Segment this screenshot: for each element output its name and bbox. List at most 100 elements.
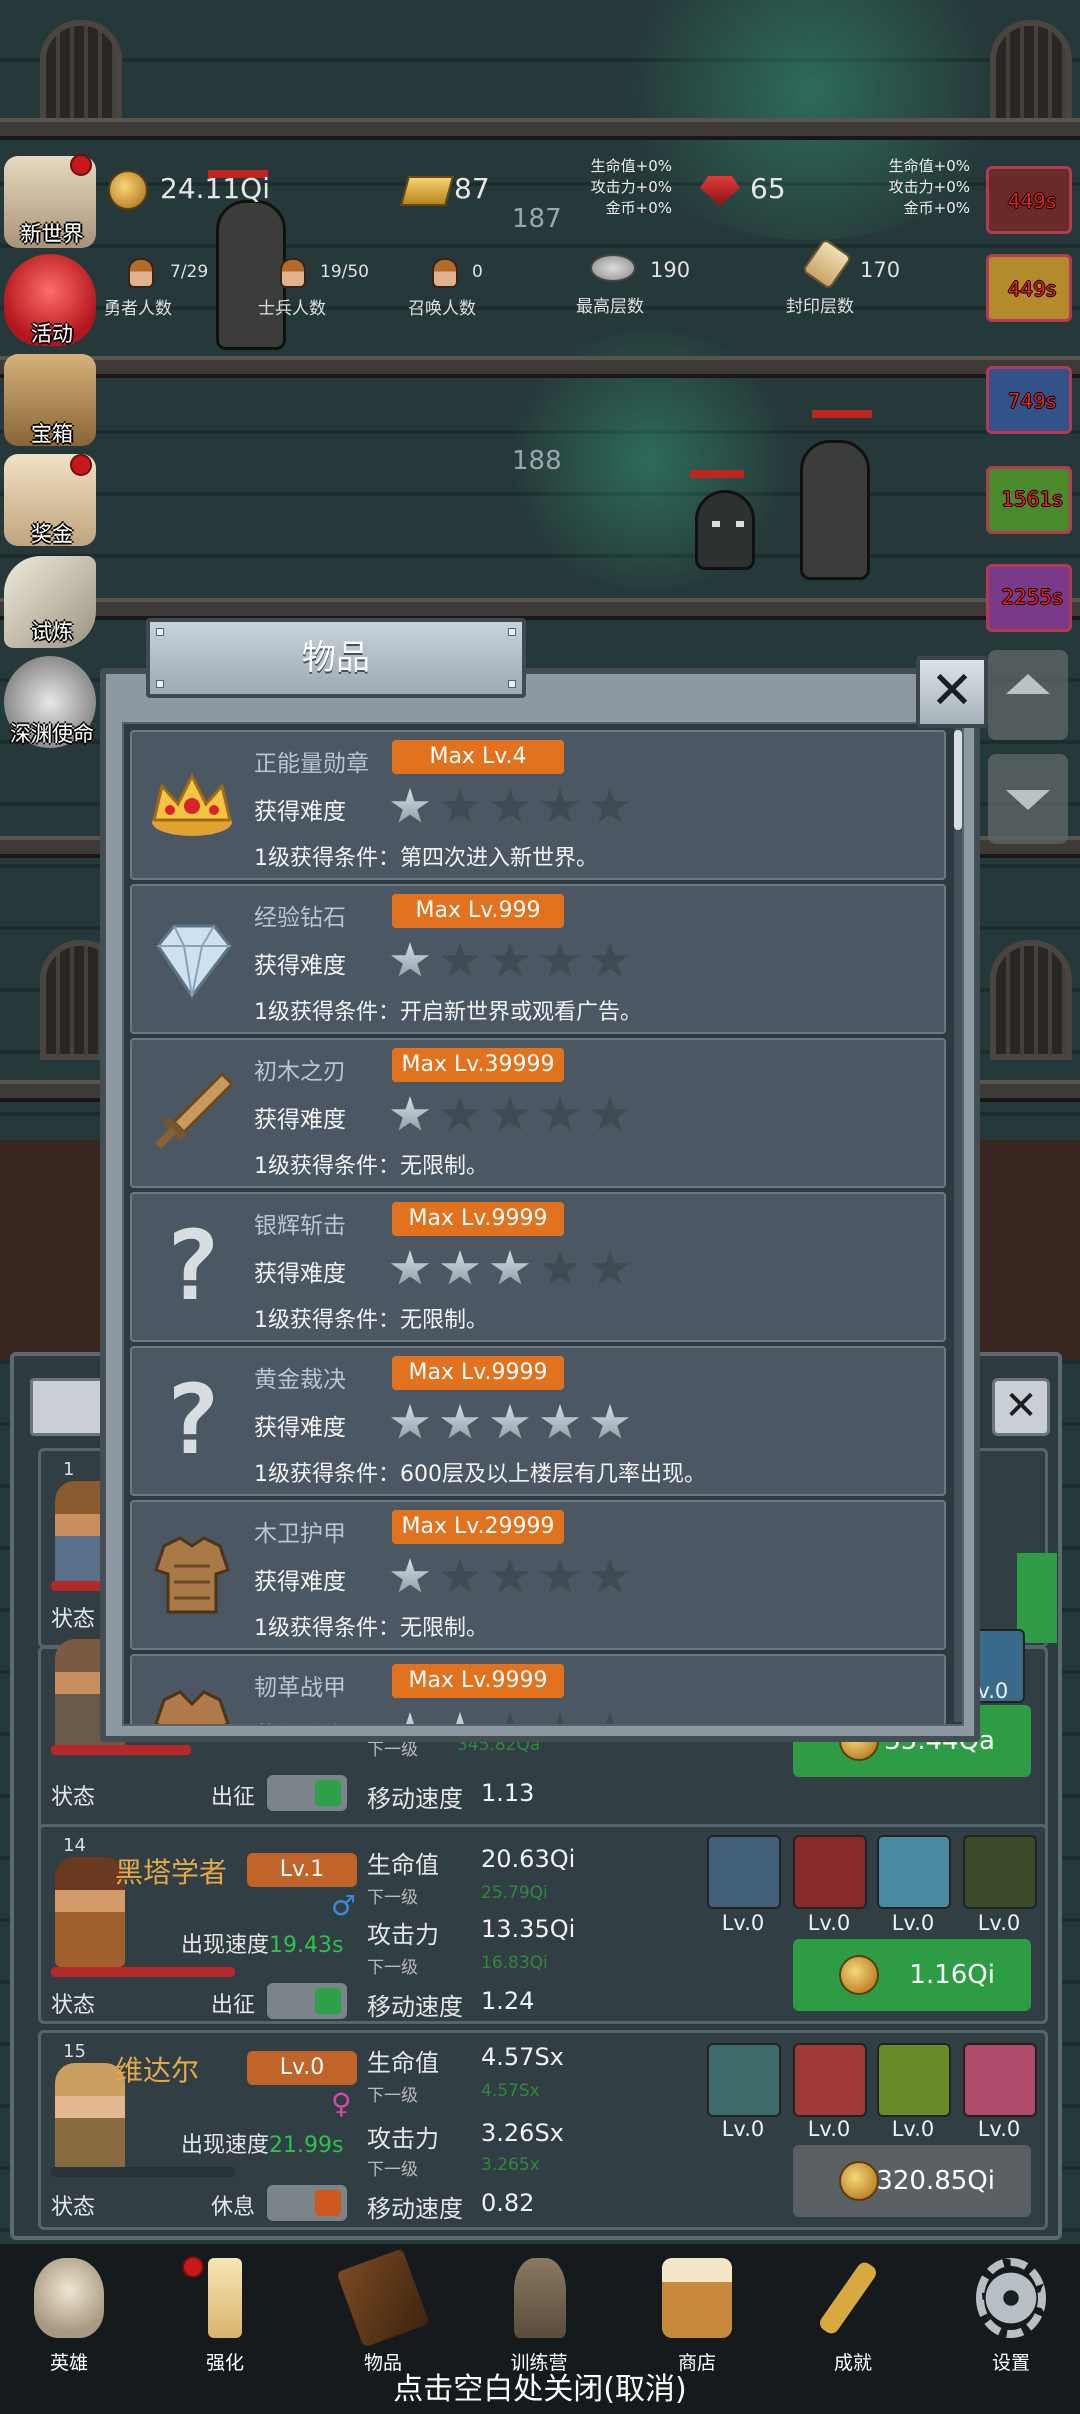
buff-slot[interactable]: 2255s (986, 564, 1072, 632)
hero-name: 维达尔 (115, 2054, 200, 2087)
scroll-up-button[interactable] (988, 650, 1068, 740)
star-empty-icon (590, 1096, 630, 1131)
hero-count-label: 勇者人数 (104, 299, 172, 319)
helmet-skill-icon[interactable] (963, 1835, 1037, 1909)
difficulty-label: 获得难度 (254, 1261, 346, 1287)
hero-hp-bar (51, 1745, 191, 1755)
price-label: 320.85Qi (876, 2166, 995, 2196)
deploy-toggle[interactable] (267, 1983, 347, 2019)
next-hp-value: 25.79Qi (481, 1883, 548, 1903)
upgrade-buy-button-disabled[interactable]: 320.85Qi (793, 2145, 1031, 2217)
hero-panel-close-button[interactable]: ✕ (992, 1378, 1050, 1436)
reaper-enemy-sprite (800, 440, 870, 580)
shield-skill-icon[interactable] (707, 2043, 781, 2117)
buff-slot[interactable]: 1561s (986, 466, 1072, 534)
deploy-label: 出征 (211, 1993, 256, 2018)
status-label: 状态 (51, 1607, 96, 1632)
coin-amount: 24.11Qi (160, 172, 270, 205)
item-name: 黄金裁决 (254, 1367, 346, 1393)
dagger-skill-icon[interactable] (793, 2043, 867, 2117)
star-empty-icon (590, 1558, 630, 1593)
item-card[interactable]: 木卫护甲 Max Lv.29999 获得难度 1级获得条件：无限制。 (130, 1500, 946, 1650)
star-empty-icon (590, 788, 630, 823)
lantern-icon (514, 2258, 566, 2338)
max-level-badge: Max Lv.9999 (392, 1356, 564, 1390)
hooded-enemy-sprite (695, 490, 755, 570)
nav-achievements[interactable]: 成就 (798, 2244, 908, 2374)
nav-shop[interactable]: 商店 (642, 2244, 752, 2374)
shield-skill-icon[interactable] (707, 1835, 781, 1909)
attack-value: 13.35Qi (481, 1915, 576, 1943)
nav-items[interactable]: 物品 (328, 2244, 438, 2374)
female-icon: ♀ (331, 2087, 352, 2120)
hero-card[interactable]: 14 黑塔学者 Lv.1 ♂ 出现速度19.43s 状态 出征 生命值 20.6… (38, 1824, 1048, 2024)
spawn-speed: 出现速度21.99s (181, 2133, 344, 2158)
items-dialog: 正能量勋章 Max Lv.4 获得难度 1级获得条件：第四次进入新世界。 经验钻… (100, 668, 980, 1742)
deploy-toggle[interactable] (267, 1775, 347, 1811)
hero-card[interactable]: 15 维达尔 Lv.0 ♀ 出现速度21.99s 状态 休息 生命值 4.57S… (38, 2030, 1048, 2230)
soldier-count-icon (280, 258, 306, 288)
items-scrollbar-thumb[interactable] (954, 730, 962, 830)
spawn-speed: 出现速度19.43s (181, 1933, 344, 1958)
highest-floor-value: 190 (650, 258, 691, 282)
highest-floor-icon (590, 254, 636, 282)
staff-skill-icon[interactable] (877, 2043, 951, 2117)
buy-button-partial[interactable] (1017, 1553, 1057, 1643)
buff-slot[interactable]: 749s (986, 366, 1072, 434)
hero-count-icon (128, 258, 154, 288)
buff-slot[interactable]: 449s (986, 254, 1072, 322)
hero-hp-bar (51, 2167, 235, 2177)
coin-icon (839, 1955, 879, 1995)
item-card[interactable]: 初木之刃 Max Lv.39999 获得难度 1级获得条件：无限制。 (130, 1038, 946, 1188)
wing-skill-icon[interactable] (877, 1835, 951, 1909)
enemy-hp-bar (812, 410, 872, 418)
dungeon-door (990, 940, 1072, 1060)
move-speed-value: 1.13 (481, 1779, 535, 1807)
hero-hp-bar (51, 1967, 235, 1977)
obtain-condition: 1级获得条件：无限制。 (254, 1616, 488, 1641)
item-card[interactable]: 韧革战甲 Max Lv.9999 获得难度 (130, 1654, 946, 1724)
abyss-mission-label: 深渊使命 (10, 722, 94, 746)
skill-level: Lv.0 (721, 2117, 765, 2141)
star-empty-icon (490, 1558, 530, 1593)
item-card[interactable]: 正能量勋章 Max Lv.4 获得难度 1级获得条件：第四次进入新世界。 (130, 730, 946, 880)
star-filled-icon (390, 788, 430, 823)
dialog-close-button[interactable]: ✕ (916, 656, 988, 728)
sword-skill-icon[interactable] (793, 1835, 867, 1909)
difficulty-label: 获得难度 (254, 1569, 346, 1595)
toggle-knob (315, 1988, 341, 2014)
scroll-down-button[interactable] (988, 754, 1068, 844)
nav-upgrade[interactable]: 强化 (170, 2244, 280, 2374)
soldier-count-label: 士兵人数 (258, 299, 326, 319)
attack-value: 3.26Sx (481, 2119, 564, 2147)
deploy-toggle[interactable] (267, 2185, 347, 2221)
deploy-label: 出征 (211, 1785, 256, 1810)
nav-settings[interactable]: 设置 (956, 2244, 1066, 2374)
notification-dot (182, 2256, 204, 2278)
item-card[interactable]: ? 黄金裁决 Max Lv.9999 获得难度 1级获得条件：600层及以上楼层… (130, 1346, 946, 1496)
star-filled-icon (390, 1096, 430, 1131)
boot-skill-icon[interactable] (963, 2043, 1037, 2117)
max-level-badge: Max Lv.39999 (392, 1048, 564, 1082)
move-speed-value: 1.24 (481, 1987, 535, 2015)
items-list[interactable]: 正能量勋章 Max Lv.4 获得难度 1级获得条件：第四次进入新世界。 经验钻… (122, 722, 964, 1726)
chest-label: 宝箱 (31, 422, 73, 446)
item-card[interactable]: 经验钻石 Max Lv.999 获得难度 1级获得条件：开启新世界或观看广告。 (130, 884, 946, 1034)
leather-armor-icon (144, 1680, 240, 1724)
chevron-up-icon (1006, 674, 1050, 694)
difficulty-stars (390, 1096, 640, 1136)
floor-number: 187 (512, 204, 562, 234)
close-icon: ✕ (1004, 1383, 1038, 1429)
buff-slot[interactable]: 449s (986, 166, 1072, 234)
item-card[interactable]: ? 银辉斩击 Max Lv.9999 获得难度 1级获得条件：无限制。 (130, 1192, 946, 1342)
upgrade-buy-button[interactable]: 1.16Qi (793, 1939, 1031, 2011)
difficulty-stars (390, 1404, 640, 1444)
items-scrollbar-track[interactable] (954, 726, 962, 1722)
highest-floor-label: 最高层数 (576, 297, 644, 317)
star-filled-icon (590, 1404, 630, 1439)
gold-bar-amount: 87 (454, 172, 490, 205)
star-filled-icon (390, 1250, 430, 1285)
nav-heroes[interactable]: 英雄 (14, 2244, 124, 2374)
nav-training[interactable]: 训练营 (484, 2244, 594, 2374)
floor-ledge (0, 598, 1080, 620)
